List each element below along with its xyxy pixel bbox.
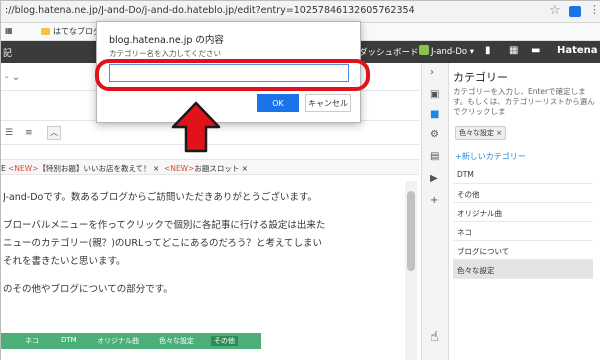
user-name: J-and-Do xyxy=(431,47,468,57)
list-item-selected[interactable]: 色々な設定 xyxy=(453,260,593,279)
category-chip[interactable]: 色々な設定 × xyxy=(455,126,507,140)
annotation-highlight-ring xyxy=(95,59,370,91)
dashboard-link[interactable]: ダッシュボード xyxy=(359,46,419,58)
document-icon[interactable]: ▤ xyxy=(430,151,439,162)
chip-label: 色々な設定 xyxy=(459,129,494,137)
nav-left-label[interactable]: 記 xyxy=(3,46,12,59)
new-category-link[interactable]: +新しいカテゴリー xyxy=(455,151,526,162)
list-item[interactable]: ネコ xyxy=(453,222,593,241)
menu-item-active: その他 xyxy=(211,336,238,346)
title-text: - xyxy=(5,72,9,83)
menu-item: オリジナル曲 xyxy=(97,337,139,345)
new-badge: <NEW> xyxy=(8,164,39,173)
bookmark-label: はてなブログ xyxy=(53,27,101,36)
bookmark-icon[interactable]: ▮ xyxy=(485,45,491,56)
align-icon[interactable]: ≡ xyxy=(25,128,33,138)
sidebar-icon-strip: › ▣ ■ ⚙ ▤ ▶ + ☝ xyxy=(421,63,449,360)
body-line: のその他やブログについての部分です。 xyxy=(3,284,173,296)
extension-icon[interactable] xyxy=(569,6,581,17)
menu-item: ネコ xyxy=(25,337,39,345)
comment-icon[interactable]: ▬ xyxy=(531,45,540,56)
hand-cursor-icon: ☝ xyxy=(430,329,439,345)
panel-description: カテゴリーを入力し、Enterで確定します。もしくは、カテゴリーリストから選んで… xyxy=(453,87,595,116)
menu-item: DTM xyxy=(61,336,77,344)
tag-prefix: E xyxy=(1,164,6,173)
list-icon[interactable]: ☰ xyxy=(5,128,13,138)
bookmark-star-icon[interactable]: ☆ xyxy=(549,3,561,18)
bookmark-hatena-blog[interactable]: はてなブログ xyxy=(41,26,101,37)
folder-icon xyxy=(41,28,50,35)
dialog-message: カテゴリー名を入力してください xyxy=(109,49,222,58)
odai-tags-bar: E <NEW>【特別お題】いいお店を教えて！ × <NEW>お題スロット × xyxy=(1,159,419,175)
category-list: DTM その他 オリジナル曲 ネコ ブログについて 色々な設定 xyxy=(453,165,593,279)
photo-icon[interactable]: ▣ xyxy=(430,89,439,100)
panel-heading: カテゴリー xyxy=(453,71,508,84)
address-input[interactable]: ://blog.hatena.ne.jp/J-and-Do/j-and-do.h… xyxy=(5,5,415,16)
hatena-brand[interactable]: Hatena xyxy=(557,45,598,56)
body-line: ニューのカテゴリー(親？)のURLってどこにあるのだろう？と考えてしまい xyxy=(3,238,322,250)
new-category-label: 新しいカテゴリー xyxy=(461,152,526,161)
body-line: ブローバルメニューを作ってクリックで個別に各記事に行ける設定は出来た xyxy=(3,220,326,232)
collapse-up-icon[interactable]: ︿ xyxy=(47,126,61,140)
annotation-up-arrow-icon xyxy=(171,101,221,153)
user-menu[interactable]: J-and-Do ▾ xyxy=(419,45,474,57)
list-item[interactable]: オリジナル曲 xyxy=(453,203,593,222)
browser-menu-icon[interactable]: ⋮ xyxy=(589,4,600,15)
article-body[interactable]: J-and-Doです。数あるブログからご訪問いただきありがとうございます。 ブロ… xyxy=(3,189,403,299)
body-line: それを書きたいと思います。 xyxy=(3,256,126,268)
browser-url-bar: ://blog.hatena.ne.jp/J-and-Do/j-and-do.h… xyxy=(1,1,600,23)
list-item[interactable]: ブログについて xyxy=(453,241,593,260)
editor-scrollbar[interactable] xyxy=(405,181,417,360)
category-panel: カテゴリー カテゴリーを入力し、Enterで確定します。もしくは、カテゴリーリス… xyxy=(449,63,600,360)
plus-icon[interactable]: + xyxy=(430,195,438,206)
tag-special-odai[interactable]: 【特別お題】いいお店を教えて！ xyxy=(38,164,150,173)
dialog-title: blog.hatena.ne.jp の内容 xyxy=(109,35,224,46)
apps-icon[interactable]: ▦ xyxy=(5,26,13,35)
tag-odai-slot[interactable]: お題スロット xyxy=(194,164,239,173)
ok-button[interactable]: OK xyxy=(257,94,299,112)
avatar xyxy=(419,45,429,55)
body-line: J-and-Doです。数あるブログからご訪問いただきありがとうございます。 xyxy=(3,192,317,203)
list-item[interactable]: DTM xyxy=(453,165,593,184)
video-icon[interactable]: ▶ xyxy=(430,173,438,184)
grid-icon[interactable]: ▦ xyxy=(509,45,518,56)
global-menu-preview: ネコ DTM オリジナル曲 色々な設定 その他 xyxy=(1,333,261,349)
chevron-right-icon[interactable]: › xyxy=(430,67,434,78)
list-item[interactable]: その他 xyxy=(453,184,593,203)
cancel-button[interactable]: キャンセル xyxy=(305,94,351,112)
folder-icon[interactable]: ■ xyxy=(430,109,439,120)
gear-icon[interactable]: ⚙ xyxy=(430,129,439,140)
scrollbar-thumb[interactable] xyxy=(407,191,415,271)
menu-item: 色々な設定 xyxy=(159,337,194,345)
new-badge: <NEW> xyxy=(164,164,195,173)
